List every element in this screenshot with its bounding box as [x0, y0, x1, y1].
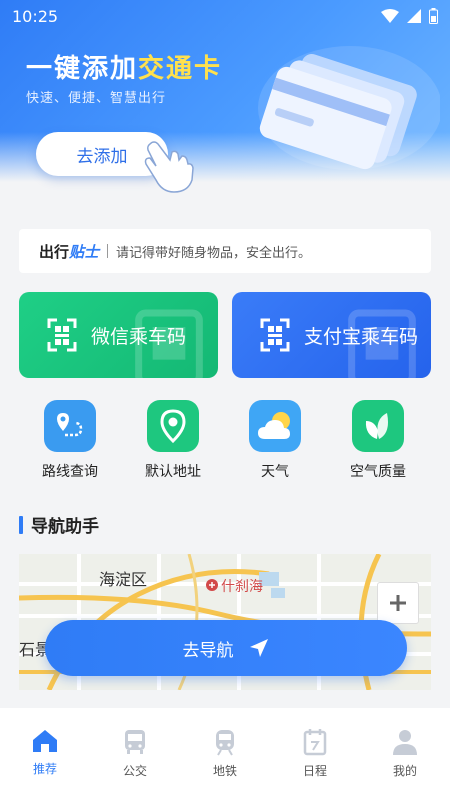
status-time: 10:25 — [12, 6, 59, 26]
tab-label: 日程 — [302, 764, 327, 778]
map-poi-pin-icon — [206, 579, 218, 591]
tab-recommend[interactable]: 推荐 — [0, 708, 90, 800]
navigation-arrow-icon — [249, 639, 268, 657]
tool-label: 空气质量 — [350, 464, 406, 480]
hero-title: 一键添加交通卡 — [26, 48, 222, 85]
tool-label: 天气 — [261, 464, 289, 480]
tool-label: 路线查询 — [42, 464, 98, 480]
map-poi: 什刹海 — [205, 576, 263, 596]
home-icon — [33, 730, 57, 752]
pointing-hand-icon — [144, 141, 194, 193]
status-bar: 10:25 — [0, 0, 450, 32]
tab-bus[interactable]: 公交 — [90, 708, 180, 800]
section-accent-bar — [19, 515, 23, 534]
tool-air-quality[interactable]: 空气质量 — [333, 400, 423, 481]
watermark-qr-icon — [348, 309, 416, 378]
tab-schedule[interactable]: 日程 — [270, 708, 360, 800]
route-icon — [44, 400, 96, 452]
tip-label-main: 出行 — [39, 242, 70, 261]
section-title-text: 导航助手 — [31, 517, 99, 537]
subway-icon — [216, 730, 234, 756]
profile-icon — [393, 730, 417, 755]
start-navigation-button[interactable]: 去导航 — [45, 620, 407, 676]
quick-tools: 路线查询 默认地址 天气 空气质量 — [0, 400, 450, 490]
start-navigation-label: 去导航 — [182, 640, 234, 661]
alipay-ride-code-card[interactable]: 支付宝乘车码 — [232, 292, 431, 378]
tool-route-search[interactable]: 路线查询 — [25, 400, 115, 481]
battery-icon — [429, 8, 438, 24]
map-label-district: 海淀区 — [99, 570, 148, 589]
calendar-icon — [303, 729, 327, 756]
tab-label: 公交 — [122, 764, 147, 778]
qr-code-icon — [47, 318, 77, 352]
bus-icon — [125, 730, 145, 754]
watermark-qr-icon — [135, 309, 203, 378]
wifi-icon — [381, 9, 399, 23]
map-poi-label: 什刹海 — [221, 579, 263, 595]
transit-cards-illustration — [258, 46, 440, 170]
leaf-icon — [352, 400, 404, 452]
section-title-nav-helper: 导航助手 — [19, 512, 99, 537]
tab-label: 推荐 — [32, 762, 57, 776]
qr-code-icon — [260, 318, 290, 352]
plus-icon — [390, 595, 406, 611]
hero-title-highlight: 交通卡 — [138, 54, 223, 84]
tip-label: 出行贴士 — [39, 241, 99, 262]
bottom-tab-bar: 推荐 公交 地铁 日程 我的 — [0, 708, 450, 800]
location-pin-icon — [147, 400, 199, 452]
wechat-ride-code-card[interactable]: 微信乘车码 — [19, 292, 218, 378]
tip-text: 请记得带好随身物品，安全出行。 — [116, 245, 312, 261]
tab-label: 我的 — [392, 764, 417, 778]
tool-label: 默认地址 — [145, 464, 201, 480]
tab-subway[interactable]: 地铁 — [180, 708, 270, 800]
map-zoom-in-button[interactable] — [377, 582, 419, 624]
tab-mine[interactable]: 我的 — [360, 708, 450, 800]
tool-weather[interactable]: 天气 — [230, 400, 320, 481]
cellular-icon — [407, 9, 421, 23]
tool-default-address[interactable]: 默认地址 — [128, 400, 218, 481]
tip-label-highlight: 贴士 — [69, 242, 100, 261]
weather-icon — [249, 400, 301, 452]
tab-label: 地铁 — [212, 764, 237, 778]
tip-divider — [107, 244, 109, 258]
hero-title-main: 一键添加 — [26, 54, 139, 84]
hero-subtitle: 快速、便捷、智慧出行 — [26, 91, 167, 106]
travel-tip: 出行贴士 请记得带好随身物品，安全出行。 — [19, 229, 431, 273]
